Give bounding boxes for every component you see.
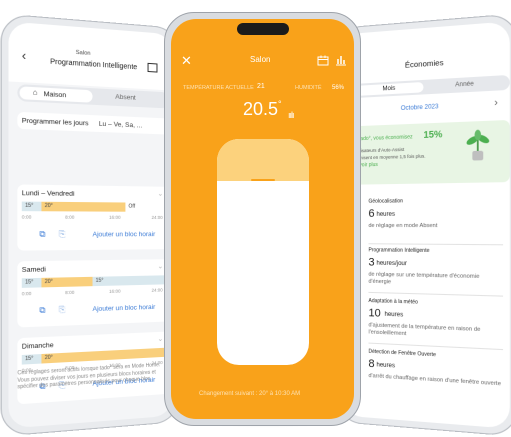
tab-away-label[interactable]: Absent [115,94,136,102]
calendar-icon[interactable] [317,55,329,66]
left-screen: ‹ Salon Programmation Intelligente ⌂ Mai… [8,21,174,429]
setpoint-temperature[interactable]: 20.5° [243,99,282,120]
time-tick: 8:00 [65,289,75,296]
feature-unit: heures [376,362,396,370]
expand-chevron-icon[interactable]: ⌄ [157,335,163,343]
time-tick: 0:00 [21,214,32,220]
time-tick: 24:00 [151,287,163,293]
feature-value: 6 [368,207,375,220]
day-label: Lundi – Vendredi [21,189,75,198]
time-tick: 24:00 [151,214,163,220]
next-period-chevron-icon[interactable]: › [494,97,498,109]
heating-icon: ıılı [288,110,294,120]
right-phone-frame: Économies Mois Année Octobre 2023 › Avec… [336,13,511,437]
day-card[interactable]: Lundi – Vendredi ⌄ 15° 20° Off 0:00 8:00 16:00 2… [17,184,170,251]
paste-icon[interactable]: ⎘ [59,305,66,316]
feature-value: 8 [368,357,375,371]
add-time-block-button[interactable]: Ajouter un bloc horair [93,304,156,313]
schedule-bar: 15° 20° 15° [21,275,168,288]
tab-home[interactable]: ⌂ Maison [19,86,93,103]
feature-heading: Programmation Intelligente [368,247,430,255]
program-days-selector[interactable]: Programmer les jours Lu – Ve, Sa, ... [17,111,170,135]
feature-description: d'ajustement de la température en raison… [368,322,481,338]
time-tick: 0:00 [21,290,32,297]
promo-card: Avec tado°, vous économisez 15% Les util… [342,119,510,185]
tab-year-label[interactable]: Année [455,81,474,88]
left-header [8,21,174,91]
degree-symbol: ° [278,99,282,109]
close-icon[interactable]: ✕ [181,53,192,69]
program-days-value: Lu – Ve, Sa, ... [98,120,143,130]
current-temp-value: 21 [257,83,265,90]
day-card[interactable]: Samedi ⌄ 15° 20° 15° 0:00 8:00 16:00 24:00 ⧉ ⎘ Ajou… [17,259,170,328]
tab-home-label: Maison [43,90,67,100]
current-temp-label: TEMPÉRATURE ACTUELLE [183,85,254,91]
temperature-slider-fill [217,139,309,181]
expand-chevron-icon[interactable]: ⌄ [157,262,163,270]
program-days-label: Programmer les jours [21,117,89,128]
next-change-text: Changement suivant : 20° à 10:30 AM [199,391,301,397]
savings-features: Géolocalisation 6 heures de réglage en mode… [343,21,510,387]
add-time-block-button[interactable]: Ajouter un bloc horair [93,231,156,238]
paste-icon[interactable]: ⎘ [59,229,66,240]
schedule-block[interactable]: 15° [92,275,168,287]
schedule-block[interactable]: 20° [41,347,168,364]
day-label: Samedi [21,266,46,275]
schedule-block[interactable]: Off [125,202,168,212]
feature-heading: Adaptation à la météo [368,297,418,306]
period-tabs: Mois Année [354,74,510,99]
feature-unit: heures [376,211,396,218]
promo-percent: 15% [423,128,443,141]
feature-unit: heures [384,311,404,319]
setpoint-value: 20.5 [243,99,279,119]
center-phone-frame: ✕ Salon TEMPÉRATURE ACTUELLE 21 HUMIDITÉ… [164,12,361,426]
humidity-value: 56% [332,85,345,91]
back-chevron-icon[interactable]: ‹ [22,48,26,63]
schedule-block[interactable]: 20° [41,201,126,212]
schedule-block[interactable]: 15° [21,277,42,288]
center-screen: ✕ Salon TEMPÉRATURE ACTUELLE 21 HUMIDITÉ… [171,19,354,419]
divider [368,243,504,246]
right-screen: Économies Mois Année Octobre 2023 › Avec… [342,21,510,429]
feature-value: 10 [368,307,381,320]
home-icon: ⌂ [32,89,38,97]
tab-month-label: Mois [382,85,396,93]
expand-chevron-icon[interactable]: ⌄ [157,190,163,198]
time-tick: 8:00 [65,214,75,220]
feature-description: de réglage sur une température d'économi… [368,271,480,286]
time-tick: 16:00 [109,288,121,294]
plant-icon [465,129,491,161]
copy-schedule-icon[interactable] [147,62,158,73]
feature-value: 3 [368,256,375,269]
camera-notch [237,23,289,35]
schedule-block[interactable]: 15° [21,354,42,365]
temperature-slider[interactable] [217,139,309,365]
schedule-bar: 15° 20° Off [21,201,168,212]
feature-heading: Géolocalisation [368,198,404,205]
schedule-block[interactable]: 20° [41,276,93,288]
schedule-block[interactable]: 15° [21,201,42,212]
left-phone-frame: ‹ Salon Programmation Intelligente ⌂ Mai… [0,13,181,437]
savings-title: Économies [404,57,444,70]
temperature-slider-handle[interactable] [251,179,275,181]
humidity-label: HUMIDITÉ [295,85,322,91]
feature-description: de réglage en mode Absent [368,222,438,230]
feature-unit: heures/jour [376,260,407,268]
day-label: Dimanche [21,341,54,351]
stats-icon[interactable] [335,54,347,66]
copy-icon[interactable]: ⧉ [39,229,45,240]
left-header-sub: Salon [75,49,91,57]
copy-icon[interactable]: ⧉ [39,305,45,316]
divider [368,291,504,297]
time-tick: 16:00 [109,214,121,220]
feature-description: d'arrêt du chauffage en raison d'une fen… [368,372,502,388]
feature-heading: Détection de Fenêtre Ouverte [368,348,436,359]
tab-month[interactable]: Mois [356,81,424,96]
room-title: Salon [250,55,271,64]
period-label: Octobre 2023 [400,104,439,113]
